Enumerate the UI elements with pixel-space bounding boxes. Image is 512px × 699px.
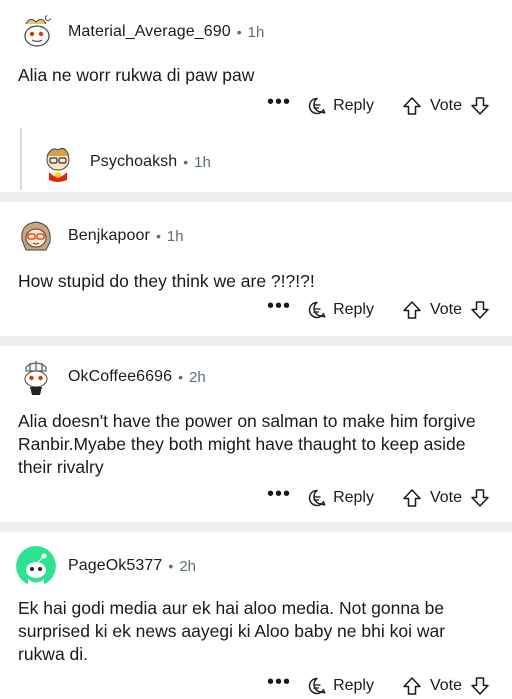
reply-button[interactable]: Reply — [307, 300, 374, 320]
vote-control: Vote — [402, 96, 490, 116]
reply-label: Reply — [333, 97, 374, 114]
comment-text: How stupid do they think we are ?!?!?! — [18, 271, 315, 291]
upvote-icon[interactable] — [402, 488, 422, 508]
avatar[interactable] — [38, 142, 78, 182]
meta-separator: • — [236, 24, 242, 40]
vote-control: Vote — [402, 676, 490, 696]
username[interactable]: Psychoaksh — [90, 153, 177, 171]
vote-label: Vote — [429, 301, 462, 318]
vote-label: Vote — [429, 97, 462, 114]
comment-meta: Material_Average_690 • 1h — [16, 12, 264, 52]
avatar[interactable] — [16, 12, 56, 52]
comment-actions: ••• Reply Vote — [267, 484, 490, 511]
nested-comment: Psychoaksh • 1h — [0, 126, 512, 192]
snoo-avatar-icon — [16, 546, 56, 586]
thread-line[interactable] — [20, 128, 22, 190]
more-options-button[interactable]: ••• — [267, 484, 291, 504]
meta-separator: • — [183, 154, 189, 170]
reply-button[interactable]: Reply — [307, 96, 374, 116]
reply-icon — [308, 677, 326, 695]
username[interactable]: PageOk5377 — [68, 557, 162, 575]
avatar[interactable] — [16, 216, 56, 256]
reply-label: Reply — [333, 489, 374, 506]
snoo-avatar-icon — [16, 357, 56, 397]
username[interactable]: OkCoffee6696 — [68, 368, 172, 386]
upvote-icon[interactable] — [402, 96, 422, 116]
more-options-button[interactable]: ••• — [267, 296, 291, 316]
comment-divider — [0, 522, 512, 532]
timestamp: 1h — [194, 153, 211, 171]
timestamp: 1h — [247, 23, 265, 41]
downvote-icon[interactable] — [470, 676, 490, 696]
reply-label: Reply — [333, 677, 374, 694]
upvote-icon[interactable] — [402, 300, 422, 320]
comment-actions: ••• Reply Vote — [267, 92, 490, 119]
comment-meta: Benjkapoor • 1h — [16, 216, 184, 256]
downvote-icon[interactable] — [470, 300, 490, 320]
reply-icon — [308, 301, 326, 319]
vote-control: Vote — [402, 300, 490, 320]
comment-actions: ••• Reply Vote — [267, 296, 490, 323]
snoo-avatar-icon — [16, 12, 56, 52]
vote-label: Vote — [429, 677, 462, 694]
timestamp: 2h — [179, 557, 196, 575]
comment: OkCoffee6696 • 2h Alia doesn't have the … — [0, 346, 512, 522]
meta-separator: • — [178, 369, 183, 385]
comment-text: Alia ne worr rukwa di paw paw — [18, 65, 255, 85]
avatar[interactable] — [16, 357, 56, 397]
more-options-button[interactable]: ••• — [267, 92, 291, 112]
snoo-avatar-icon — [16, 216, 56, 256]
reply-label: Reply — [333, 301, 374, 318]
username[interactable]: Benjkapoor — [68, 227, 150, 245]
reply-icon — [308, 489, 326, 507]
reply-icon — [308, 97, 326, 115]
comment-meta: PageOk5377 • 2h — [16, 546, 196, 586]
meta-separator: • — [168, 558, 174, 574]
username[interactable]: Material_Average_690 — [68, 23, 231, 41]
more-options-button[interactable]: ••• — [267, 672, 291, 692]
comment-divider — [0, 192, 512, 202]
snoo-avatar-icon — [38, 142, 78, 182]
reply-button[interactable]: Reply — [307, 676, 374, 696]
downvote-icon[interactable] — [470, 488, 490, 508]
comment-meta: OkCoffee6696 • 2h — [16, 357, 206, 397]
vote-control: Vote — [402, 488, 490, 508]
comment-divider — [0, 336, 512, 346]
comment-meta: Psychoaksh • 1h — [38, 142, 211, 182]
comment: Material_Average_690 • 1h Alia ne worr r… — [0, 0, 512, 126]
vote-label: Vote — [429, 489, 462, 506]
comment-text: Ek hai godi media aur ek hai aloo media.… — [18, 598, 446, 664]
upvote-icon[interactable] — [402, 676, 422, 696]
comment-text: Alia doesn't have the power on salman to… — [18, 411, 476, 477]
meta-separator: • — [155, 228, 161, 244]
comment: PageOk5377 • 2h Ek hai godi media aur ek… — [0, 532, 512, 699]
avatar[interactable] — [16, 546, 56, 586]
comment: Benjkapoor • 1h How stupid do they think… — [0, 202, 512, 336]
comment-actions: ••• Reply Vote — [267, 672, 490, 699]
timestamp: 2h — [189, 368, 206, 386]
downvote-icon[interactable] — [470, 96, 490, 116]
timestamp: 1h — [166, 227, 184, 245]
reply-button[interactable]: Reply — [307, 488, 374, 508]
